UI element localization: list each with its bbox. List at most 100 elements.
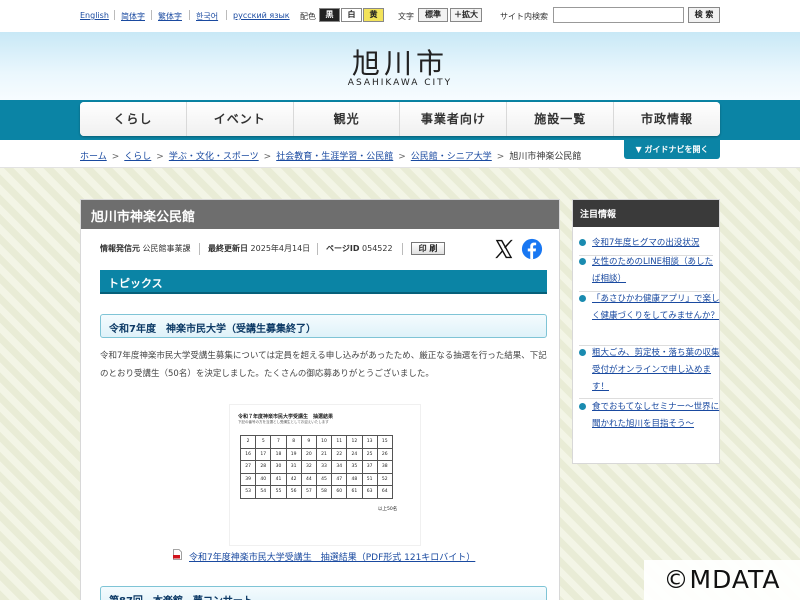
result-number-cell: 56 (285, 485, 302, 499)
breadcrumb-separator: > (111, 152, 120, 162)
featured-info-panel: 注目情報 令和7年度ヒグマの出没状況 女性のためのLINE相談（あしたば相談） … (572, 199, 720, 464)
result-number-cell: 27 (239, 460, 257, 474)
print-button[interactable]: 印 刷 (411, 242, 445, 255)
result-number-cell: 60 (331, 485, 348, 499)
result-number-cell: 48 (346, 472, 363, 486)
featured-item-link[interactable]: 食でおもてなしセミナー～世界に聞かれた旭川を目指そう～ (592, 399, 720, 433)
color-black-button[interactable]: 黒 (319, 8, 340, 22)
text-standard-button[interactable]: 標準 (418, 8, 448, 22)
featured-info-heading-label: 注目情報 (580, 210, 617, 220)
result-number-cell: 41 (270, 472, 287, 486)
featured-item-link[interactable]: 「あさひかわ健康アプリ」で楽しく健康づくりをしてみませんか？ (592, 291, 720, 325)
result-number-cell: 52 (376, 472, 393, 486)
color-white-button[interactable]: 白 (341, 8, 362, 22)
result-number-cell: 16 (239, 447, 257, 461)
result-number-cell: 63 (361, 485, 378, 499)
search-input[interactable] (553, 7, 684, 23)
result-number-cell: 57 (300, 485, 317, 499)
lang-simplified-chinese-link[interactable]: 简体字 (121, 11, 145, 22)
result-table-row: 39 40 41 42 44 45 47 48 51 52 (239, 472, 393, 486)
result-number-cell: 33 (315, 460, 333, 474)
main-content: 旭川市神楽公民館 情報発信元 公民館事業課 最終更新日 2025年4月14日 ペ… (80, 199, 560, 600)
source-label: 情報発信元 (100, 244, 140, 253)
lang-korean-link[interactable]: 한국어 (196, 11, 218, 22)
result-number-cell: 17 (255, 447, 272, 461)
site-logo-subtitle: ASAHIKAWA CITY (347, 78, 453, 88)
breadcrumb-social-education[interactable]: 社会教育・生涯学習・公民館 (276, 152, 393, 162)
result-table-row: 53 54 55 56 57 58 60 61 63 64 (239, 485, 393, 499)
bullet-icon (579, 258, 586, 265)
search-button[interactable]: 検 索 (688, 7, 720, 23)
breadcrumb-separator: > (496, 152, 505, 162)
global-nav: くらし イベント 観光 事業者向け 施設一覧 市政情報 (80, 102, 720, 136)
lang-divider (226, 10, 227, 20)
nav-item-facilities[interactable]: 施設一覧 (507, 102, 615, 136)
section-heading: 第87回 本楽館 夢コンサート (100, 586, 547, 600)
result-number-cell: 20 (300, 447, 317, 461)
nav-item-tourism[interactable]: 観光 (293, 102, 401, 136)
result-number-cell: 58 (315, 485, 333, 499)
nav-item-city-info[interactable]: 市政情報 (614, 102, 720, 136)
updated-value: 2025年4月14日 (250, 244, 311, 253)
site-header: 旭川市 ASAHIKAWA CITY (0, 32, 800, 100)
result-number-cell: 45 (315, 472, 333, 486)
result-number-cell: 34 (331, 460, 348, 474)
result-number-cell: 51 (361, 472, 378, 486)
pdf-link-label[interactable]: 令和7年度神楽市民大学受講生 抽選結果（PDF形式 121キロバイト） (189, 550, 475, 563)
site-logo-title[interactable]: 旭川市 (0, 42, 800, 82)
result-number-cell: 37 (361, 460, 378, 474)
result-number-cell: 2 (239, 435, 257, 449)
result-number-cell: 9 (300, 435, 317, 449)
x-share-icon[interactable] (493, 238, 515, 260)
lang-russian-link[interactable]: русский язык (233, 11, 290, 20)
result-number-cell: 47 (331, 472, 348, 486)
result-image-note: 下記の番号の方を当選とし受講生としてお迎えいたします (238, 420, 329, 424)
color-yellow-button[interactable]: 黄 (363, 8, 384, 22)
text-enlarge-button[interactable]: ＋拡大 (450, 8, 482, 22)
updated-label: 最終更新日 (208, 244, 248, 253)
facebook-share-icon[interactable] (521, 238, 543, 260)
nav-item-business[interactable]: 事業者向け (400, 102, 508, 136)
breadcrumb-community-center[interactable]: 公民館・シニア大学 (411, 152, 492, 162)
breadcrumb-living[interactable]: くらし (124, 152, 151, 162)
breadcrumb-separator: > (156, 152, 164, 162)
result-number-cell: 32 (300, 460, 317, 474)
lang-traditional-chinese-link[interactable]: 繁体字 (158, 11, 182, 22)
result-number-cell: 22 (331, 447, 348, 461)
breadcrumb-home[interactable]: ホーム (80, 152, 107, 162)
meta-divider (402, 243, 403, 255)
lang-english-link[interactable]: English (80, 11, 109, 20)
result-number-cell: 11 (331, 435, 348, 449)
result-number-cell: 8 (285, 435, 302, 449)
text-size-label: 文字 (398, 12, 414, 21)
result-number-cell: 7 (270, 435, 287, 449)
featured-item-link[interactable]: 粗大ごみ、剪定枝・落ち葉の収集受付がオンラインで申し込めます！ (592, 345, 720, 396)
result-number-cell: 26 (376, 447, 393, 461)
breadcrumb: ホーム > くらし > 学ぶ・文化・スポーツ > 社会教育・生涯学習・公民館 > 公民館・シニア… (80, 149, 581, 162)
nav-item-living[interactable]: くらし (80, 102, 187, 136)
pdf-file-icon (173, 549, 182, 560)
page-id-label: ページID (326, 244, 360, 253)
result-number-cell: 40 (255, 472, 272, 486)
result-number-cell: 55 (270, 485, 287, 499)
source-value: 公民館事業課 (142, 244, 191, 253)
result-number-cell: 30 (270, 460, 287, 474)
breadcrumb-learning[interactable]: 学ぶ・文化・スポーツ (169, 152, 259, 162)
featured-item-link[interactable]: 令和7年度ヒグマの出没状況 (592, 235, 720, 252)
result-number-cell: 10 (315, 435, 333, 449)
site-search-label: サイト内検索 (500, 12, 548, 21)
breadcrumb-current: 旭川市神楽公民館 (509, 152, 582, 162)
result-table-row: 16 17 18 19 20 21 22 24 25 26 (239, 447, 393, 461)
meta-divider (317, 243, 318, 255)
result-number-cell: 13 (361, 435, 378, 449)
breadcrumb-separator: > (398, 152, 406, 162)
result-number-cell: 25 (361, 447, 378, 461)
guide-nav-button[interactable]: ▼ ガイドナビを開く (624, 140, 720, 159)
breadcrumb-separator: > (263, 152, 272, 162)
result-number-cell: 21 (315, 447, 333, 461)
page-title-bar: 旭川市神楽公民館 (81, 200, 559, 229)
bullet-icon (579, 239, 586, 246)
featured-item-link[interactable]: 女性のためのLINE相談（あしたば相談） (592, 254, 720, 288)
nav-item-events[interactable]: イベント (186, 102, 294, 136)
bullet-icon (579, 349, 586, 356)
